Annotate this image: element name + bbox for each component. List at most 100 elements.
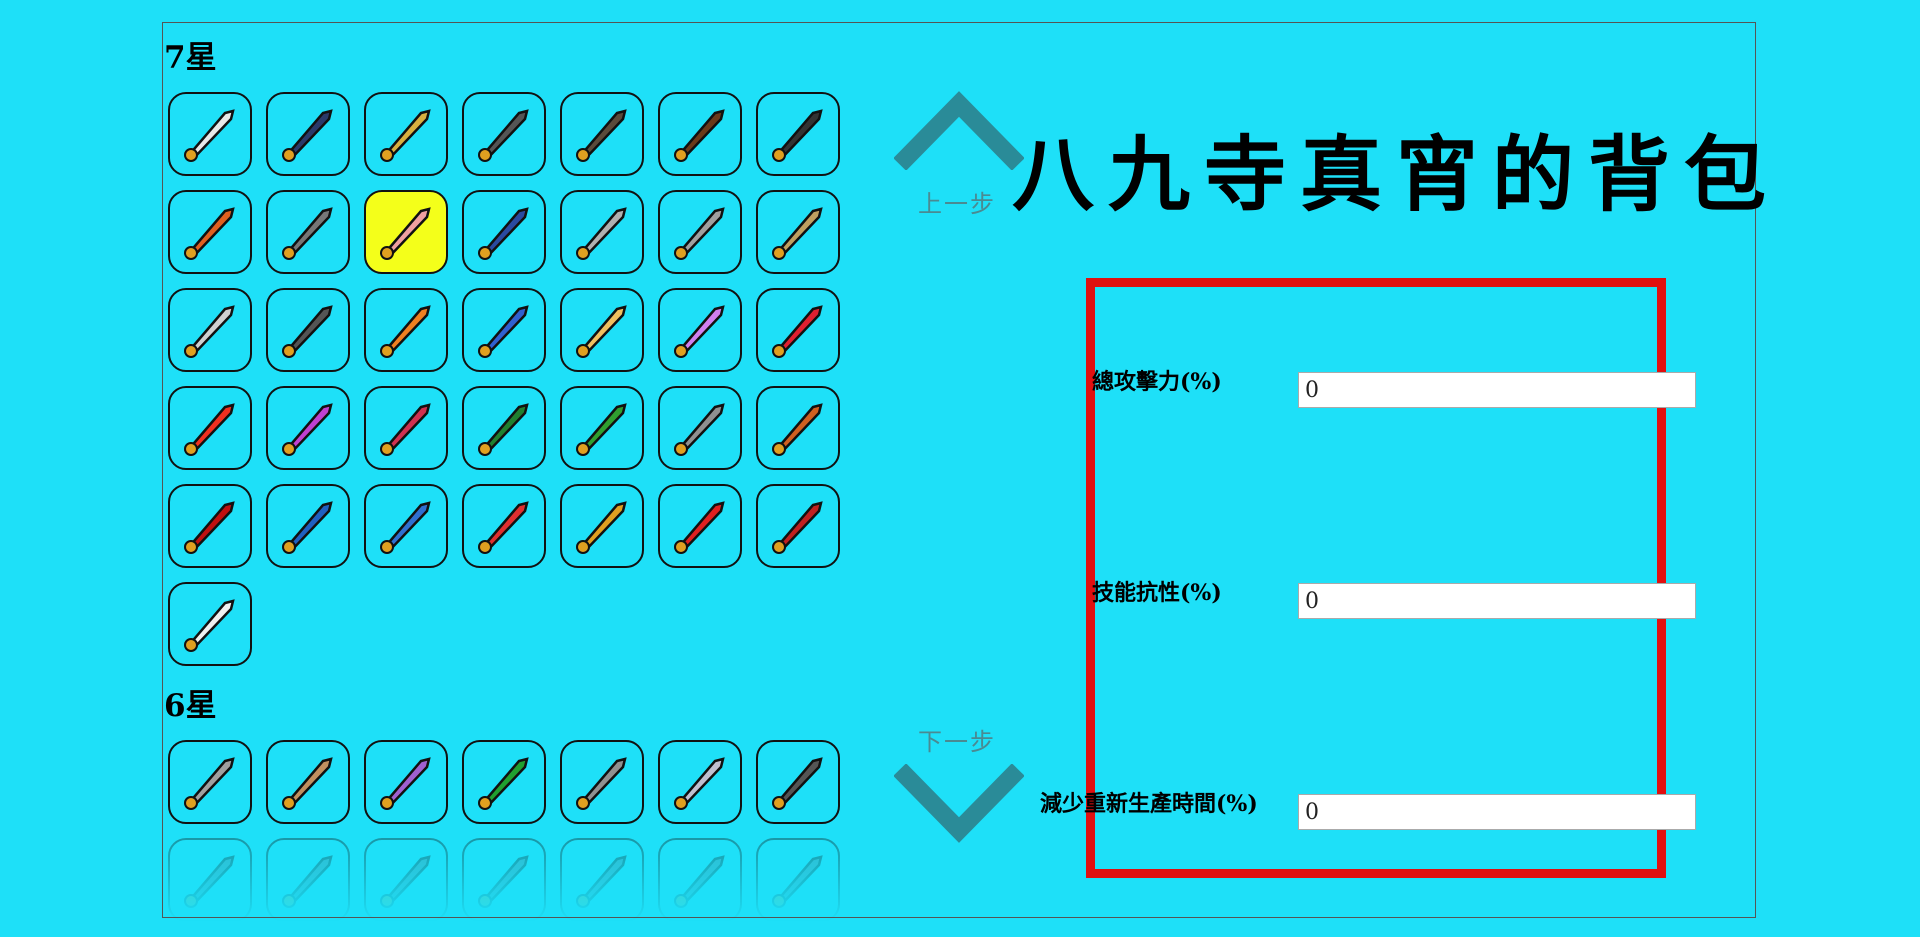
inventory-item[interactable] (168, 484, 252, 568)
boomerang-icon (282, 757, 333, 810)
blue-rocket-icon (380, 501, 431, 554)
seven-star-item-grid (168, 92, 840, 666)
faded-staff-icon (380, 855, 431, 908)
six-star-item-grid (168, 740, 840, 824)
inventory-item[interactable] (266, 190, 350, 274)
coffee-mug-icon (674, 757, 725, 810)
inventory-item[interactable] (560, 386, 644, 470)
festive-staff-icon (772, 403, 823, 456)
frog-hammer-icon (478, 403, 529, 456)
inventory-item[interactable] (266, 484, 350, 568)
scroll-stamp-icon (184, 757, 235, 810)
inventory-item[interactable] (756, 92, 840, 176)
inventory-item[interactable] (364, 92, 448, 176)
inventory-item[interactable] (756, 740, 840, 824)
dark-cannon-icon (772, 757, 823, 810)
inventory-item[interactable] (462, 838, 546, 922)
inventory-item[interactable] (462, 92, 546, 176)
inventory-item[interactable] (266, 838, 350, 922)
faded-blade-icon (674, 855, 725, 908)
next-step-label[interactable]: 下一步 (918, 722, 996, 757)
total-attack-label: 總攻擊力(%) (1092, 369, 1222, 395)
inventory-item[interactable] (658, 838, 742, 922)
dark-katana-icon (478, 109, 529, 162)
inventory-item[interactable] (658, 288, 742, 372)
inventory-item[interactable] (658, 190, 742, 274)
inventory-item[interactable] (266, 740, 350, 824)
inventory-item[interactable] (168, 92, 252, 176)
inventory-item[interactable] (462, 740, 546, 824)
water-gun-orange-icon (380, 305, 431, 358)
toy-hammer-icon (282, 403, 333, 456)
inventory-item[interactable] (658, 484, 742, 568)
white-scimitar-icon (184, 109, 235, 162)
inventory-item[interactable] (364, 386, 448, 470)
inventory-item[interactable] (462, 288, 546, 372)
golden-sword-icon (576, 501, 627, 554)
black-glaive-icon (282, 109, 333, 162)
inventory-item[interactable] (560, 92, 644, 176)
inventory-item[interactable] (462, 190, 546, 274)
green-bazooka-icon (576, 403, 627, 456)
inventory-item[interactable] (560, 484, 644, 568)
faded-wand-icon (282, 855, 333, 908)
inventory-item[interactable] (266, 386, 350, 470)
inventory-item[interactable] (364, 740, 448, 824)
paper-umbrella-icon (282, 501, 333, 554)
inventory-item[interactable] (658, 740, 742, 824)
candy-cane-icon (478, 501, 529, 554)
inventory-item[interactable] (560, 838, 644, 922)
long-blade-icon (282, 207, 333, 260)
inventory-item[interactable] (266, 288, 350, 372)
previous-step-chevron-icon[interactable] (894, 88, 1024, 170)
inventory-item[interactable] (462, 386, 546, 470)
inventory-item[interactable] (756, 190, 840, 274)
inventory-item[interactable] (168, 288, 252, 372)
inventory-item[interactable] (168, 190, 252, 274)
silver-spear-icon (576, 207, 627, 260)
skill-resistance-label: 技能抗性(%) (1092, 580, 1222, 606)
seven-star-heading: 7星 (164, 40, 217, 76)
faded-pacifier-icon (772, 855, 823, 908)
page-title: 八九寺真宵的背包 (1012, 127, 1781, 223)
water-gun-blue-icon (478, 305, 529, 358)
respawn-time-reduction-input[interactable] (1298, 794, 1696, 830)
inventory-item[interactable] (364, 484, 448, 568)
kunai-icon (282, 305, 333, 358)
red-pipe-icon (772, 501, 823, 554)
ice-cream-cone-icon (576, 305, 627, 358)
inventory-item[interactable] (658, 386, 742, 470)
inventory-item[interactable] (168, 386, 252, 470)
chess-knight-icon (576, 757, 627, 810)
inventory-item[interactable] (560, 288, 644, 372)
inventory-item[interactable] (364, 838, 448, 922)
inventory-item[interactable] (364, 190, 448, 274)
inventory-item[interactable] (462, 484, 546, 568)
inventory-item[interactable] (756, 288, 840, 372)
bone-icon (184, 599, 235, 652)
skill-resistance-input[interactable] (1298, 583, 1696, 619)
inventory-item[interactable] (756, 838, 840, 922)
purple-sword-icon (380, 757, 431, 810)
previous-step-label[interactable]: 上一步 (918, 184, 996, 219)
golden-saber-icon (380, 109, 431, 162)
total-attack-input[interactable] (1298, 372, 1696, 408)
trident-icon (674, 207, 725, 260)
inventory-item[interactable] (364, 288, 448, 372)
faded-rod-icon (478, 855, 529, 908)
inventory-item[interactable] (168, 582, 252, 666)
inventory-item[interactable] (168, 838, 252, 922)
inventory-item[interactable] (756, 386, 840, 470)
inventory-item[interactable] (168, 740, 252, 824)
inventory-item[interactable] (560, 740, 644, 824)
next-step-chevron-icon[interactable] (894, 764, 1024, 846)
ice-cream-bag-icon (674, 305, 725, 358)
crossed-swords-icon (184, 305, 235, 358)
stapler-icon (184, 207, 235, 260)
inventory-item[interactable] (266, 92, 350, 176)
skull-blaster-icon (380, 403, 431, 456)
green-swirl-icon (478, 757, 529, 810)
inventory-item[interactable] (756, 484, 840, 568)
inventory-item[interactable] (658, 92, 742, 176)
inventory-item[interactable] (560, 190, 644, 274)
